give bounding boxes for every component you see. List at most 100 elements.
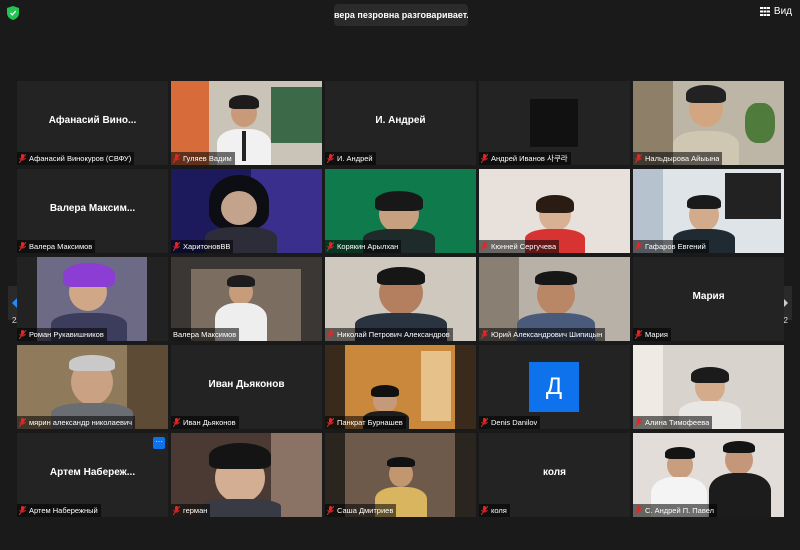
view-button[interactable]: Вид <box>759 6 792 17</box>
participant-display-name: коля <box>543 467 566 478</box>
mic-muted-icon <box>19 418 26 427</box>
participant-tile[interactable]: Николай Петрович Александров <box>325 257 476 341</box>
participant-tile[interactable]: Алина Тимофеева <box>633 345 784 429</box>
participant-name: Алина Тимофеева <box>645 418 710 427</box>
participant-display-name: Иван Дьяконов <box>208 379 285 390</box>
name-label: Юрий Александрович Шипицын <box>479 328 606 341</box>
participant-name: Иван Дьяконов <box>183 418 236 427</box>
participant-display-name: И. Андрей <box>375 115 426 126</box>
participant-tile[interactable]: С. Андрей П. Павел <box>633 433 784 517</box>
mic-muted-icon <box>327 418 334 427</box>
initial-avatar: Д <box>529 362 579 412</box>
participant-display-name: Мария <box>692 291 725 302</box>
participant-tile[interactable]: Иван Дьяконов Иван Дьяконов <box>171 345 322 429</box>
participant-tile[interactable]: герман <box>171 433 322 517</box>
participant-name: Саша Дмитриев <box>337 506 394 515</box>
mic-muted-icon <box>19 506 26 515</box>
mic-muted-icon <box>327 154 334 163</box>
participant-name: Афанасий Винокуров (СВФУ) <box>29 154 132 163</box>
participant-name: Нальдырова Айыына <box>645 154 720 163</box>
name-label: Denis Danilov <box>479 416 541 429</box>
participant-name: коля <box>491 506 507 515</box>
name-label: Алина Тимофеева <box>633 416 713 429</box>
participant-tile[interactable]: Гуляев Вадим <box>171 81 322 165</box>
participant-name: Валера Максимов <box>173 330 237 339</box>
name-label: Артем Набережный <box>17 504 101 517</box>
participant-tile[interactable]: Саша Дмитриев <box>325 433 476 517</box>
mic-muted-icon <box>173 418 180 427</box>
participant-tile[interactable]: Д Denis Danilov <box>479 345 630 429</box>
mic-muted-icon <box>481 330 488 339</box>
participant-name: Роман Рукавишников <box>29 330 104 339</box>
participant-display-name: Артем Набереж... <box>49 467 136 478</box>
mic-muted-icon <box>481 418 488 427</box>
name-label: ХаритоновВВ <box>171 240 234 253</box>
participant-name: Мария <box>645 330 668 339</box>
name-label: Иван Дьяконов <box>171 416 239 429</box>
participant-tile[interactable]: Валера Максимов <box>171 257 322 341</box>
mic-muted-icon <box>327 242 334 251</box>
mic-muted-icon <box>327 330 334 339</box>
participant-tile[interactable]: Мария Мария <box>633 257 784 341</box>
participant-display-name: Валера Максим... <box>49 203 136 214</box>
mic-muted-icon <box>19 242 26 251</box>
name-label: коля <box>479 504 510 517</box>
name-label: Гафаров Евгений <box>633 240 709 253</box>
participant-name: Андрей Иванов 사쿠라 <box>491 154 568 163</box>
name-label: Корякин Арылхан <box>325 240 402 253</box>
more-options-button[interactable]: ··· <box>153 437 165 449</box>
video-grid: Афанасий Вино... Афанасий Винокуров (СВФ… <box>17 81 784 518</box>
view-label: Вид <box>773 6 792 17</box>
name-label: герман <box>171 504 211 517</box>
mic-muted-icon <box>173 242 180 251</box>
participant-tile[interactable]: Афанасий Вино... Афанасий Винокуров (СВФ… <box>17 81 168 165</box>
participant-name: ХаритоновВВ <box>183 242 231 251</box>
top-bar: вера пезровна разговаривает... Вид <box>0 0 800 28</box>
participant-tile[interactable]: Валера Максим... Валера Максимов <box>17 169 168 253</box>
name-label: Николай Петрович Александров <box>325 328 453 341</box>
name-label: Саша Дмитриев <box>325 504 397 517</box>
participant-tile[interactable]: Панкрат Бурнашев <box>325 345 476 429</box>
participant-name: И. Андрей <box>337 154 373 163</box>
mic-muted-icon <box>327 506 334 515</box>
participant-tile[interactable]: ХаритоновВВ <box>171 169 322 253</box>
name-label: Андрей Иванов 사쿠라 <box>479 152 571 165</box>
participant-name: мярин александр николаевич <box>29 418 133 427</box>
participant-name: С. Андрей П. Павел <box>645 506 715 515</box>
participant-name: Гуляев Вадим <box>183 154 232 163</box>
participant-name: Гафаров Евгений <box>645 242 706 251</box>
participant-name: Юрий Александрович Шипицын <box>491 330 603 339</box>
mic-muted-icon <box>481 154 488 163</box>
name-label: Валера Максимов <box>17 240 96 253</box>
participant-tile[interactable]: Роман Рукавишников <box>17 257 168 341</box>
shield-icon[interactable] <box>7 6 19 20</box>
participant-tile[interactable]: мярин александр николаевич <box>17 345 168 429</box>
participant-display-name: Афанасий Вино... <box>48 115 137 126</box>
participant-name: Николай Петрович Александров <box>337 330 450 339</box>
mic-muted-icon <box>635 506 642 515</box>
participant-tile[interactable]: коля коля <box>479 433 630 517</box>
participant-tile[interactable]: Юрий Александрович Шипицын <box>479 257 630 341</box>
participant-tile[interactable]: И. Андрей И. Андрей <box>325 81 476 165</box>
participant-tile[interactable]: Кюнней Сергучева <box>479 169 630 253</box>
name-label: Кюнней Сергучева <box>479 240 560 253</box>
name-label: Нальдырова Айыына <box>633 152 723 165</box>
participant-tile[interactable]: Андрей Иванов 사쿠라 <box>479 81 630 165</box>
name-label: И. Андрей <box>325 152 376 165</box>
name-label: С. Андрей П. Павел <box>633 504 718 517</box>
profile-picture <box>530 99 578 147</box>
participant-tile[interactable]: ··· Артем Набереж... Артем Набережный <box>17 433 168 517</box>
participant-name: Denis Danilov <box>491 418 538 427</box>
participant-tile[interactable]: Гафаров Евгений <box>633 169 784 253</box>
mic-muted-icon <box>481 242 488 251</box>
mic-muted-icon <box>19 154 26 163</box>
participant-name: Артем Набережный <box>29 506 98 515</box>
participant-tile[interactable]: Корякин Арылхан <box>325 169 476 253</box>
name-label: Мария <box>633 328 671 341</box>
participant-name: Валера Максимов <box>29 242 93 251</box>
participant-tile[interactable]: Нальдырова Айыына <box>633 81 784 165</box>
mic-muted-icon <box>635 330 642 339</box>
mic-muted-icon <box>19 330 26 339</box>
name-label: мярин александр николаевич <box>17 416 136 429</box>
mic-muted-icon <box>173 506 180 515</box>
